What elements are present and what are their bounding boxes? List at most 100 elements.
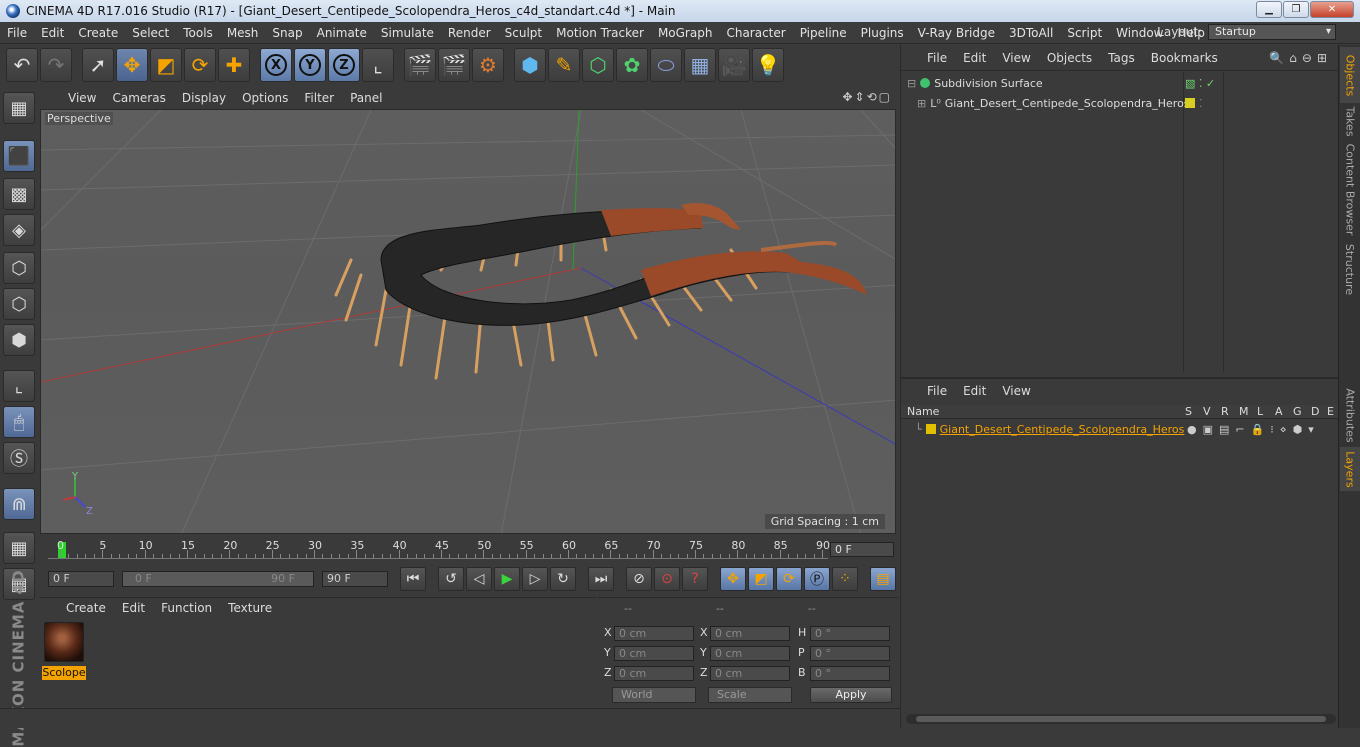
texture-mode-icon[interactable]: ▩ [3, 178, 35, 210]
material-menu-edit[interactable]: Edit [114, 601, 153, 615]
enable-snap-icon[interactable]: ⋒ [3, 488, 35, 520]
tab-attributes[interactable]: Attributes [1340, 385, 1360, 445]
key-rotation-icon[interactable]: ⟳ [776, 567, 802, 591]
cloner-icon[interactable]: ✿ [616, 48, 648, 82]
layers-menu-edit[interactable]: Edit [955, 384, 994, 398]
layers-menu-view[interactable]: View [994, 384, 1038, 398]
objects-menu-tags[interactable]: Tags [1100, 51, 1143, 65]
previous-frame-icon[interactable]: ◁ [466, 567, 492, 591]
apply-button[interactable]: Apply [810, 687, 892, 703]
preview-range-slider[interactable]: 0 F 90 F [122, 571, 314, 587]
objects-menu-objects[interactable]: Objects [1039, 51, 1100, 65]
material-name[interactable]: Scolope [42, 666, 86, 680]
tab-objects[interactable]: Objects [1340, 47, 1360, 103]
tab-structure[interactable]: Structure [1340, 241, 1360, 297]
next-frame-icon[interactable]: ▷ [522, 567, 548, 591]
coordinate-mode-dropdown[interactable]: World [612, 687, 696, 703]
frame-ruler[interactable]: 0 5 10 15 20 25 30 35 40 45 50 55 60 65 70 75 80 85 90 [48, 539, 830, 559]
menu-character[interactable]: Character [719, 26, 792, 40]
menu-create[interactable]: Create [71, 26, 125, 40]
viewport-navigation-icons[interactable]: ✥⇕⟲▢ [842, 90, 892, 104]
redo-icon[interactable]: ↷ [40, 48, 72, 82]
x-axis-lock-icon[interactable]: X [260, 48, 292, 82]
menu-select[interactable]: Select [125, 26, 176, 40]
menu-3dtoall[interactable]: 3DToAll [1002, 26, 1060, 40]
camera-icon[interactable]: 🎥 [718, 48, 750, 82]
live-selection-icon[interactable]: ➚ [82, 48, 114, 82]
timeline-ruler[interactable]: 0 5 10 15 20 25 30 35 40 45 50 55 60 65 70 75 80 85 90 0 F [40, 535, 898, 565]
tab-takes[interactable]: Takes [1340, 103, 1360, 139]
menu-script[interactable]: Script [1060, 26, 1109, 40]
menu-pipeline[interactable]: Pipeline [793, 26, 854, 40]
subdivision-visibility-checks[interactable]: ▧ ⁚ ✓ [1185, 74, 1215, 92]
autokeying-icon[interactable]: ⊙ [654, 567, 680, 591]
deformer-icon[interactable]: ⬭ [650, 48, 682, 82]
coordinate-system-icon[interactable]: ⌞ [362, 48, 394, 82]
points-mode-icon[interactable]: ⬡ [3, 252, 35, 284]
y-axis-lock-icon[interactable]: Y [294, 48, 326, 82]
subdivision-surface-icon[interactable]: ⬡ [582, 48, 614, 82]
render-to-picture-viewer-icon[interactable]: 🎬 [438, 48, 470, 82]
viewport-menu-panel[interactable]: Panel [342, 91, 390, 105]
move-tool-icon[interactable]: ✥ [116, 48, 148, 82]
horizontal-scrollbar[interactable] [906, 714, 1336, 724]
next-key-icon[interactable]: ↻ [550, 567, 576, 591]
size-x-field[interactable]: 0 cm [710, 626, 790, 641]
object-row-subdivision[interactable]: ⊟ Subdivision Surface [907, 74, 1043, 92]
position-z-field[interactable]: 0 cm [614, 666, 694, 681]
key-pla-icon[interactable]: ⁘ [832, 567, 858, 591]
floor-icon[interactable]: ▦ [684, 48, 716, 82]
axis-mode-icon[interactable]: ⌞ [3, 370, 35, 402]
workplane-icon[interactable]: ◈ [3, 214, 35, 246]
key-position-icon[interactable]: ✥ [720, 567, 746, 591]
material-menu-texture[interactable]: Texture [220, 601, 280, 615]
viewport-menu-view[interactable]: View [60, 91, 104, 105]
start-frame-field[interactable]: 0 F [48, 571, 114, 587]
cube-primitive-icon[interactable]: ⬢ [514, 48, 546, 82]
object-manager-search-icons[interactable]: 🔍⌂⊖⊞ [1269, 51, 1332, 65]
record-keys-icon[interactable]: ⊘ [626, 567, 652, 591]
go-to-start-icon[interactable]: ⏮ [400, 567, 426, 591]
keyframe-selection-icon[interactable]: ? [682, 567, 708, 591]
end-frame-field[interactable]: 90 F [322, 571, 388, 587]
size-z-field[interactable]: 0 cm [710, 666, 790, 681]
viewport-menu-cameras[interactable]: Cameras [104, 91, 173, 105]
key-scale-icon[interactable]: ◩ [748, 567, 774, 591]
layer-row[interactable]: └ Giant_Desert_Centipede_Scolopendra_Her… [915, 420, 1184, 438]
position-x-field[interactable]: 0 cm [614, 626, 694, 641]
workplane-lock-icon[interactable]: ▦ [3, 532, 35, 564]
rotation-h-field[interactable]: 0 ° [810, 626, 890, 641]
tab-content-browser[interactable]: Content Browser [1340, 141, 1360, 237]
viewport-menu-options[interactable]: Options [234, 91, 296, 105]
make-editable-icon[interactable]: ▦ [3, 92, 35, 124]
tab-layers[interactable]: Layers [1340, 447, 1360, 491]
menu-edit[interactable]: Edit [34, 26, 71, 40]
objects-menu-view[interactable]: View [994, 51, 1038, 65]
model-mode-icon[interactable]: ⬛ [3, 140, 35, 172]
layout-dropdown[interactable]: Startup [1208, 24, 1336, 40]
key-parameter-icon[interactable]: Ⓟ [804, 567, 830, 591]
play-icon[interactable]: ▶ [494, 567, 520, 591]
perspective-viewport[interactable]: Y Z Perspective Grid Spacing : 1 cm [40, 109, 896, 534]
objects-menu-edit[interactable]: Edit [955, 51, 994, 65]
timeline-window-icon[interactable]: ▤ [870, 567, 896, 591]
polygons-mode-icon[interactable]: ⬢ [3, 324, 35, 356]
material-menu-function[interactable]: Function [153, 601, 220, 615]
render-view-icon[interactable]: 🎬 [404, 48, 436, 82]
menu-file[interactable]: File [0, 26, 34, 40]
objects-menu-bookmarks[interactable]: Bookmarks [1143, 51, 1226, 65]
menu-snap[interactable]: Snap [265, 26, 309, 40]
layers-menu-file[interactable]: File [919, 384, 955, 398]
menu-plugins[interactable]: Plugins [854, 26, 911, 40]
rotate-tool-icon[interactable]: ⟳ [184, 48, 216, 82]
material-swatch[interactable] [44, 622, 84, 662]
object-row-centipede[interactable]: ⊞ L⁰ Giant_Desert_Centipede_Scolopendra_… [917, 94, 1190, 112]
previous-key-icon[interactable]: ↺ [438, 567, 464, 591]
edges-mode-icon[interactable]: ⬡ [3, 288, 35, 320]
menu-vray-bridge[interactable]: V-Ray Bridge [911, 26, 1002, 40]
objects-menu-file[interactable]: File [919, 51, 955, 65]
viewport-menu-filter[interactable]: Filter [296, 91, 342, 105]
menu-sculpt[interactable]: Sculpt [498, 26, 549, 40]
scale-tool-icon[interactable]: ◩ [150, 48, 182, 82]
size-y-field[interactable]: 0 cm [710, 646, 790, 661]
